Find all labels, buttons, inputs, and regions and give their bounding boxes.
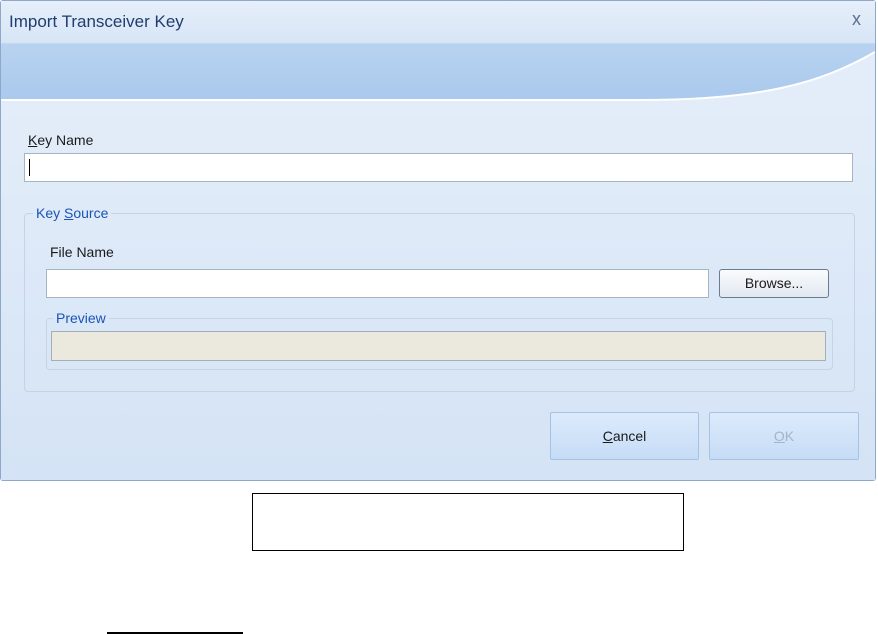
title-bar[interactable]: Import Transceiver Key x — [1, 1, 875, 44]
key-name-label: Key Name — [28, 132, 94, 148]
header-banner — [1, 44, 875, 104]
ok-button: OK — [709, 412, 859, 460]
underline-divider — [107, 632, 243, 634]
preview-legend: Preview — [56, 310, 106, 326]
text-caret — [29, 159, 30, 176]
key-source-legend: Key Source — [36, 205, 109, 221]
key-name-input[interactable] — [24, 153, 853, 182]
close-icon[interactable]: x — [852, 10, 861, 28]
window-title: Import Transceiver Key — [9, 12, 184, 31]
caption-box — [252, 493, 684, 551]
preview-box — [51, 331, 826, 361]
dialog-body: Key Name Key Source File Name Browse... … — [1, 104, 875, 480]
file-name-label: File Name — [50, 244, 114, 260]
browse-button[interactable]: Browse... — [719, 269, 829, 298]
file-name-input[interactable] — [46, 269, 709, 298]
import-transceiver-key-dialog: Import Transceiver Key x Key Name Key So… — [0, 0, 876, 481]
cancel-button[interactable]: Cancel — [550, 412, 699, 460]
